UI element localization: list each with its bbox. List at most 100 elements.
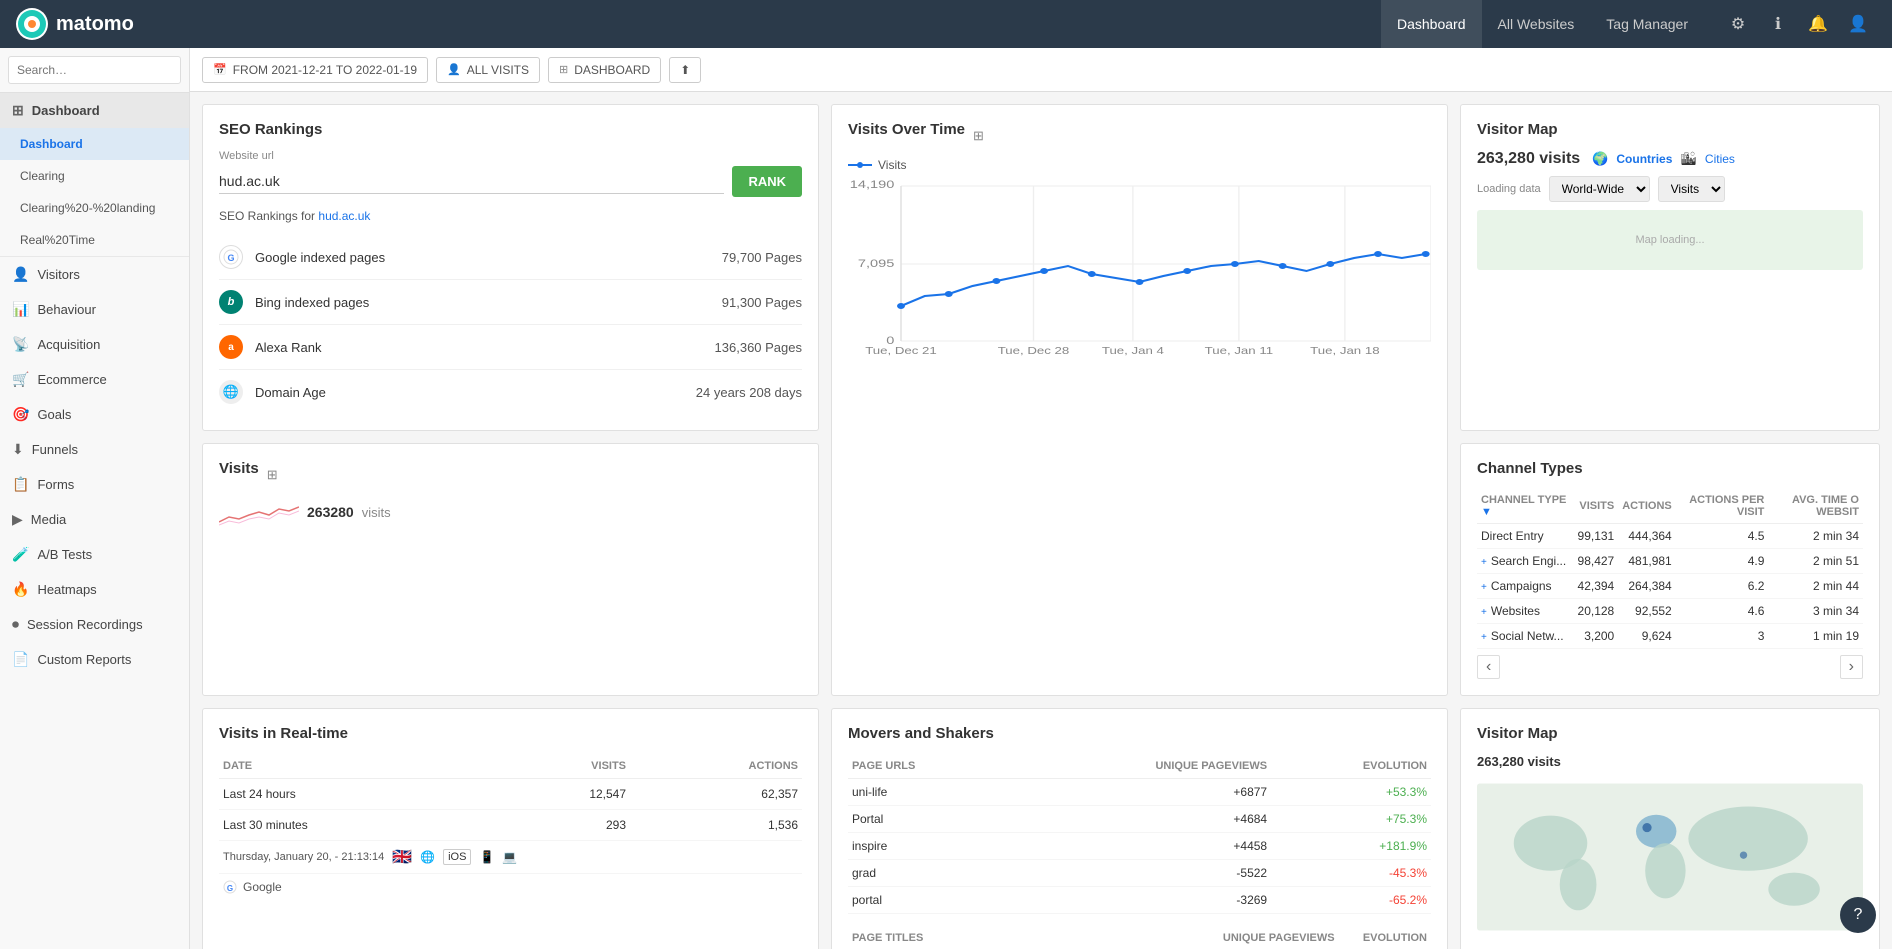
nav-all-websites[interactable]: All Websites <box>1482 0 1591 48</box>
sidebar-item-clearing[interactable]: Clearing <box>0 160 189 192</box>
seo-alexa-value: 136,360 Pages <box>715 340 802 355</box>
matomo-logo-icon <box>16 8 48 40</box>
col-apv: ACTIONS PER VISIT <box>1676 489 1769 524</box>
help-button[interactable]: ? <box>1840 897 1876 933</box>
sidebar-item-session-recordings[interactable]: ⏺ Session Recordings <box>0 607 189 642</box>
channel-campaigns-apv: 6.2 <box>1676 574 1769 599</box>
seo-google-label: Google indexed pages <box>255 250 710 265</box>
sidebar-item-heatmaps[interactable]: 🔥 Heatmaps <box>0 572 189 607</box>
sidebar-sub-clearing-landing-label: Clearing%20-%20landing <box>20 201 155 215</box>
campaigns-expand-icon[interactable]: + <box>1481 582 1487 593</box>
movers-card: Movers and Shakers PAGE URLS UNIQUE PAGE… <box>831 708 1448 949</box>
visitor-map2-count: 263,280 visits <box>1477 754 1863 769</box>
sidebar-item-dashboard[interactable]: Dashboard <box>0 128 189 160</box>
movers-views-2: +4684 <box>1006 806 1271 833</box>
realtime-live-row: Thursday, January 20, - 21:13:14 🇬🇧 🌐 iO… <box>219 841 802 874</box>
visits-export-icon[interactable]: ⊞ <box>267 467 278 483</box>
svg-text:Tue, Jan 11: Tue, Jan 11 <box>1205 345 1273 356</box>
channel-direct-actions: 444,364 <box>1618 524 1676 549</box>
user-icon[interactable]: 👤 <box>1840 6 1876 42</box>
movers-titles-table: PAGE TITLES UNIQUE PAGEVIEWS EVOLUTION W… <box>848 926 1431 949</box>
sidebar-abtests-label: A/B Tests <box>37 547 92 562</box>
visits-summary-header: Visits ⊞ <box>219 460 802 489</box>
sidebar-item-funnels[interactable]: ⬇ Funnels <box>0 432 189 467</box>
websites-expand-icon[interactable]: + <box>1481 607 1487 618</box>
col-actions: ACTIONS <box>1618 489 1676 524</box>
realtime-table-header: DATE VISITS ACTIONS <box>219 754 802 779</box>
col-date: DATE <box>219 754 496 779</box>
segment-btn[interactable]: 👤 ALL VISITS <box>436 57 540 83</box>
sidebar-item-behaviour[interactable]: 📊 Behaviour <box>0 292 189 327</box>
channel-social-actions: 9,624 <box>1618 624 1676 649</box>
funnels-icon: ⬇ <box>12 441 24 458</box>
map-controls: Loading data World-Wide Visits <box>1477 176 1863 202</box>
col-unique-pv-titles: UNIQUE PAGEVIEWS <box>1185 926 1338 949</box>
seo-domain-label: Domain Age <box>255 385 684 400</box>
channel-table: CHANNEL TYPE ▼ VISITS ACTIONS ACTIONS PE… <box>1477 489 1863 649</box>
channel-search-apv: 4.9 <box>1676 549 1769 574</box>
chart-legend: Visits <box>848 158 1431 172</box>
sidebar-search-container <box>0 48 189 93</box>
channel-prev-btn[interactable]: ‹ <box>1477 655 1500 679</box>
movers-url-5: portal <box>848 887 1006 914</box>
bell-icon[interactable]: 🔔 <box>1800 6 1836 42</box>
sidebar-item-ecommerce[interactable]: 🛒 Ecommerce <box>0 362 189 397</box>
seo-row-google: G Google indexed pages 79,700 Pages <box>219 235 802 280</box>
sidebar-behaviour-label: Behaviour <box>37 302 96 317</box>
rank-button[interactable]: RANK <box>732 166 802 197</box>
countries-tab[interactable]: Countries <box>1616 151 1672 167</box>
heatmaps-icon: 🔥 <box>12 581 29 598</box>
channel-row-direct: Direct Entry 99,131 444,364 4.5 2 min 34 <box>1477 524 1863 549</box>
chart-export-icon[interactable]: ⊞ <box>973 128 984 144</box>
visitor-map-count: 263,280 visits <box>1477 150 1580 168</box>
movers-evo-3: +181.9% <box>1271 833 1431 860</box>
gear-icon[interactable]: ⚙ <box>1720 6 1756 42</box>
top-nav: matomo Dashboard All Websites Tag Manage… <box>0 0 1892 48</box>
region-select[interactable]: World-Wide <box>1549 176 1650 202</box>
sidebar-item-custom-reports[interactable]: 📄 Custom Reports <box>0 642 189 677</box>
seo-url-input[interactable] <box>219 169 724 194</box>
nav-tag-manager[interactable]: Tag Manager <box>1590 0 1704 48</box>
dashboard-view-icon: ⊞ <box>559 63 568 76</box>
view-btn[interactable]: ⊞ DASHBOARD <box>548 57 661 83</box>
sidebar-item-abtests[interactable]: 🧪 A/B Tests <box>0 537 189 572</box>
visits-time-title: Visits Over Time <box>848 121 965 138</box>
col-unique-pageviews: UNIQUE PAGEVIEWS <box>1006 754 1271 779</box>
nav-dashboard[interactable]: Dashboard <box>1381 0 1482 48</box>
date-range-btn[interactable]: 📅 FROM 2021-12-21 TO 2022-01-19 <box>202 57 428 83</box>
collapse-btn[interactable]: ⬆ <box>669 57 701 83</box>
visits-count: 263280 <box>307 504 354 520</box>
metric-select[interactable]: Visits <box>1658 176 1725 202</box>
sidebar-item-dashboard-header[interactable]: ⊞ Dashboard <box>0 93 189 128</box>
cities-tab-icon: 🏙 <box>1680 151 1697 167</box>
sidebar-item-forms[interactable]: 📋 Forms <box>0 467 189 502</box>
search-input[interactable] <box>8 56 181 84</box>
sidebar-item-goals[interactable]: 🎯 Goals <box>0 397 189 432</box>
visits-over-time-card: Visits Over Time ⊞ Visits 14,190 7,095 0 <box>831 104 1448 696</box>
social-expand-icon[interactable]: + <box>1481 632 1487 643</box>
custom-reports-icon: 📄 <box>12 651 29 668</box>
search-expand-icon[interactable]: + <box>1481 557 1487 568</box>
sidebar-item-media[interactable]: ▶ Media <box>0 502 189 537</box>
svg-text:Tue, Jan 4: Tue, Jan 4 <box>1102 345 1165 356</box>
sidebar-item-acquisition[interactable]: 📡 Acquisition <box>0 327 189 362</box>
sidebar-item-realtime[interactable]: Real%20Time <box>0 224 189 256</box>
live-time: Thursday, January 20, - 21:13:14 <box>223 851 384 863</box>
movers-url-3: inspire <box>848 833 1006 860</box>
channel-types-title: Channel Types <box>1477 460 1863 477</box>
col-page-urls: PAGE URLS <box>848 754 1006 779</box>
channel-next-btn[interactable]: › <box>1840 655 1863 679</box>
logo[interactable]: matomo <box>16 8 134 40</box>
sidebar-ecommerce-label: Ecommerce <box>37 372 106 387</box>
cities-tab[interactable]: Cities <box>1705 151 1735 167</box>
realtime-row-30m: Last 30 minutes 293 1,536 <box>219 810 802 841</box>
channel-websites-type: +Websites <box>1477 599 1574 624</box>
device-desktop-icon: 💻 <box>502 850 517 864</box>
sidebar-item-clearing-landing[interactable]: Clearing%20-%20landing <box>0 192 189 224</box>
seo-subtitle-link[interactable]: hud.ac.uk <box>318 209 370 223</box>
info-icon[interactable]: ℹ <box>1760 6 1796 42</box>
sidebar-funnels-label: Funnels <box>32 442 78 457</box>
movers-urls-table: PAGE URLS UNIQUE PAGEVIEWS EVOLUTION uni… <box>848 754 1431 914</box>
movers-urls-header: PAGE URLS UNIQUE PAGEVIEWS EVOLUTION <box>848 754 1431 779</box>
sidebar-item-visitors[interactable]: 👤 Visitors <box>0 257 189 292</box>
